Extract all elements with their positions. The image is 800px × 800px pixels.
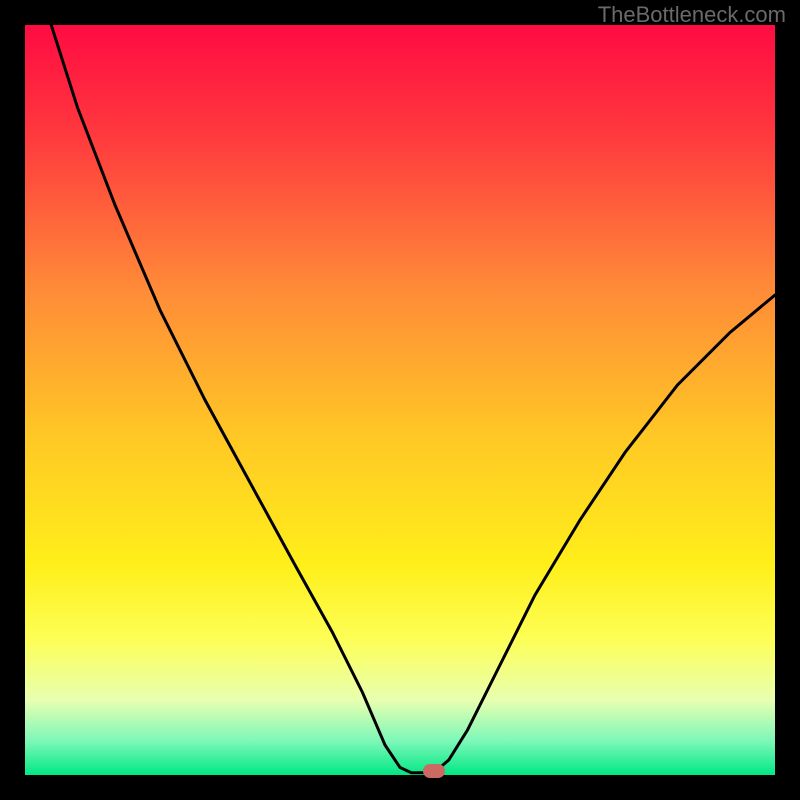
plot-area bbox=[25, 25, 775, 775]
optimal-point-marker bbox=[423, 764, 445, 778]
bottleneck-curve bbox=[25, 25, 775, 775]
watermark-text: TheBottleneck.com bbox=[598, 2, 786, 28]
